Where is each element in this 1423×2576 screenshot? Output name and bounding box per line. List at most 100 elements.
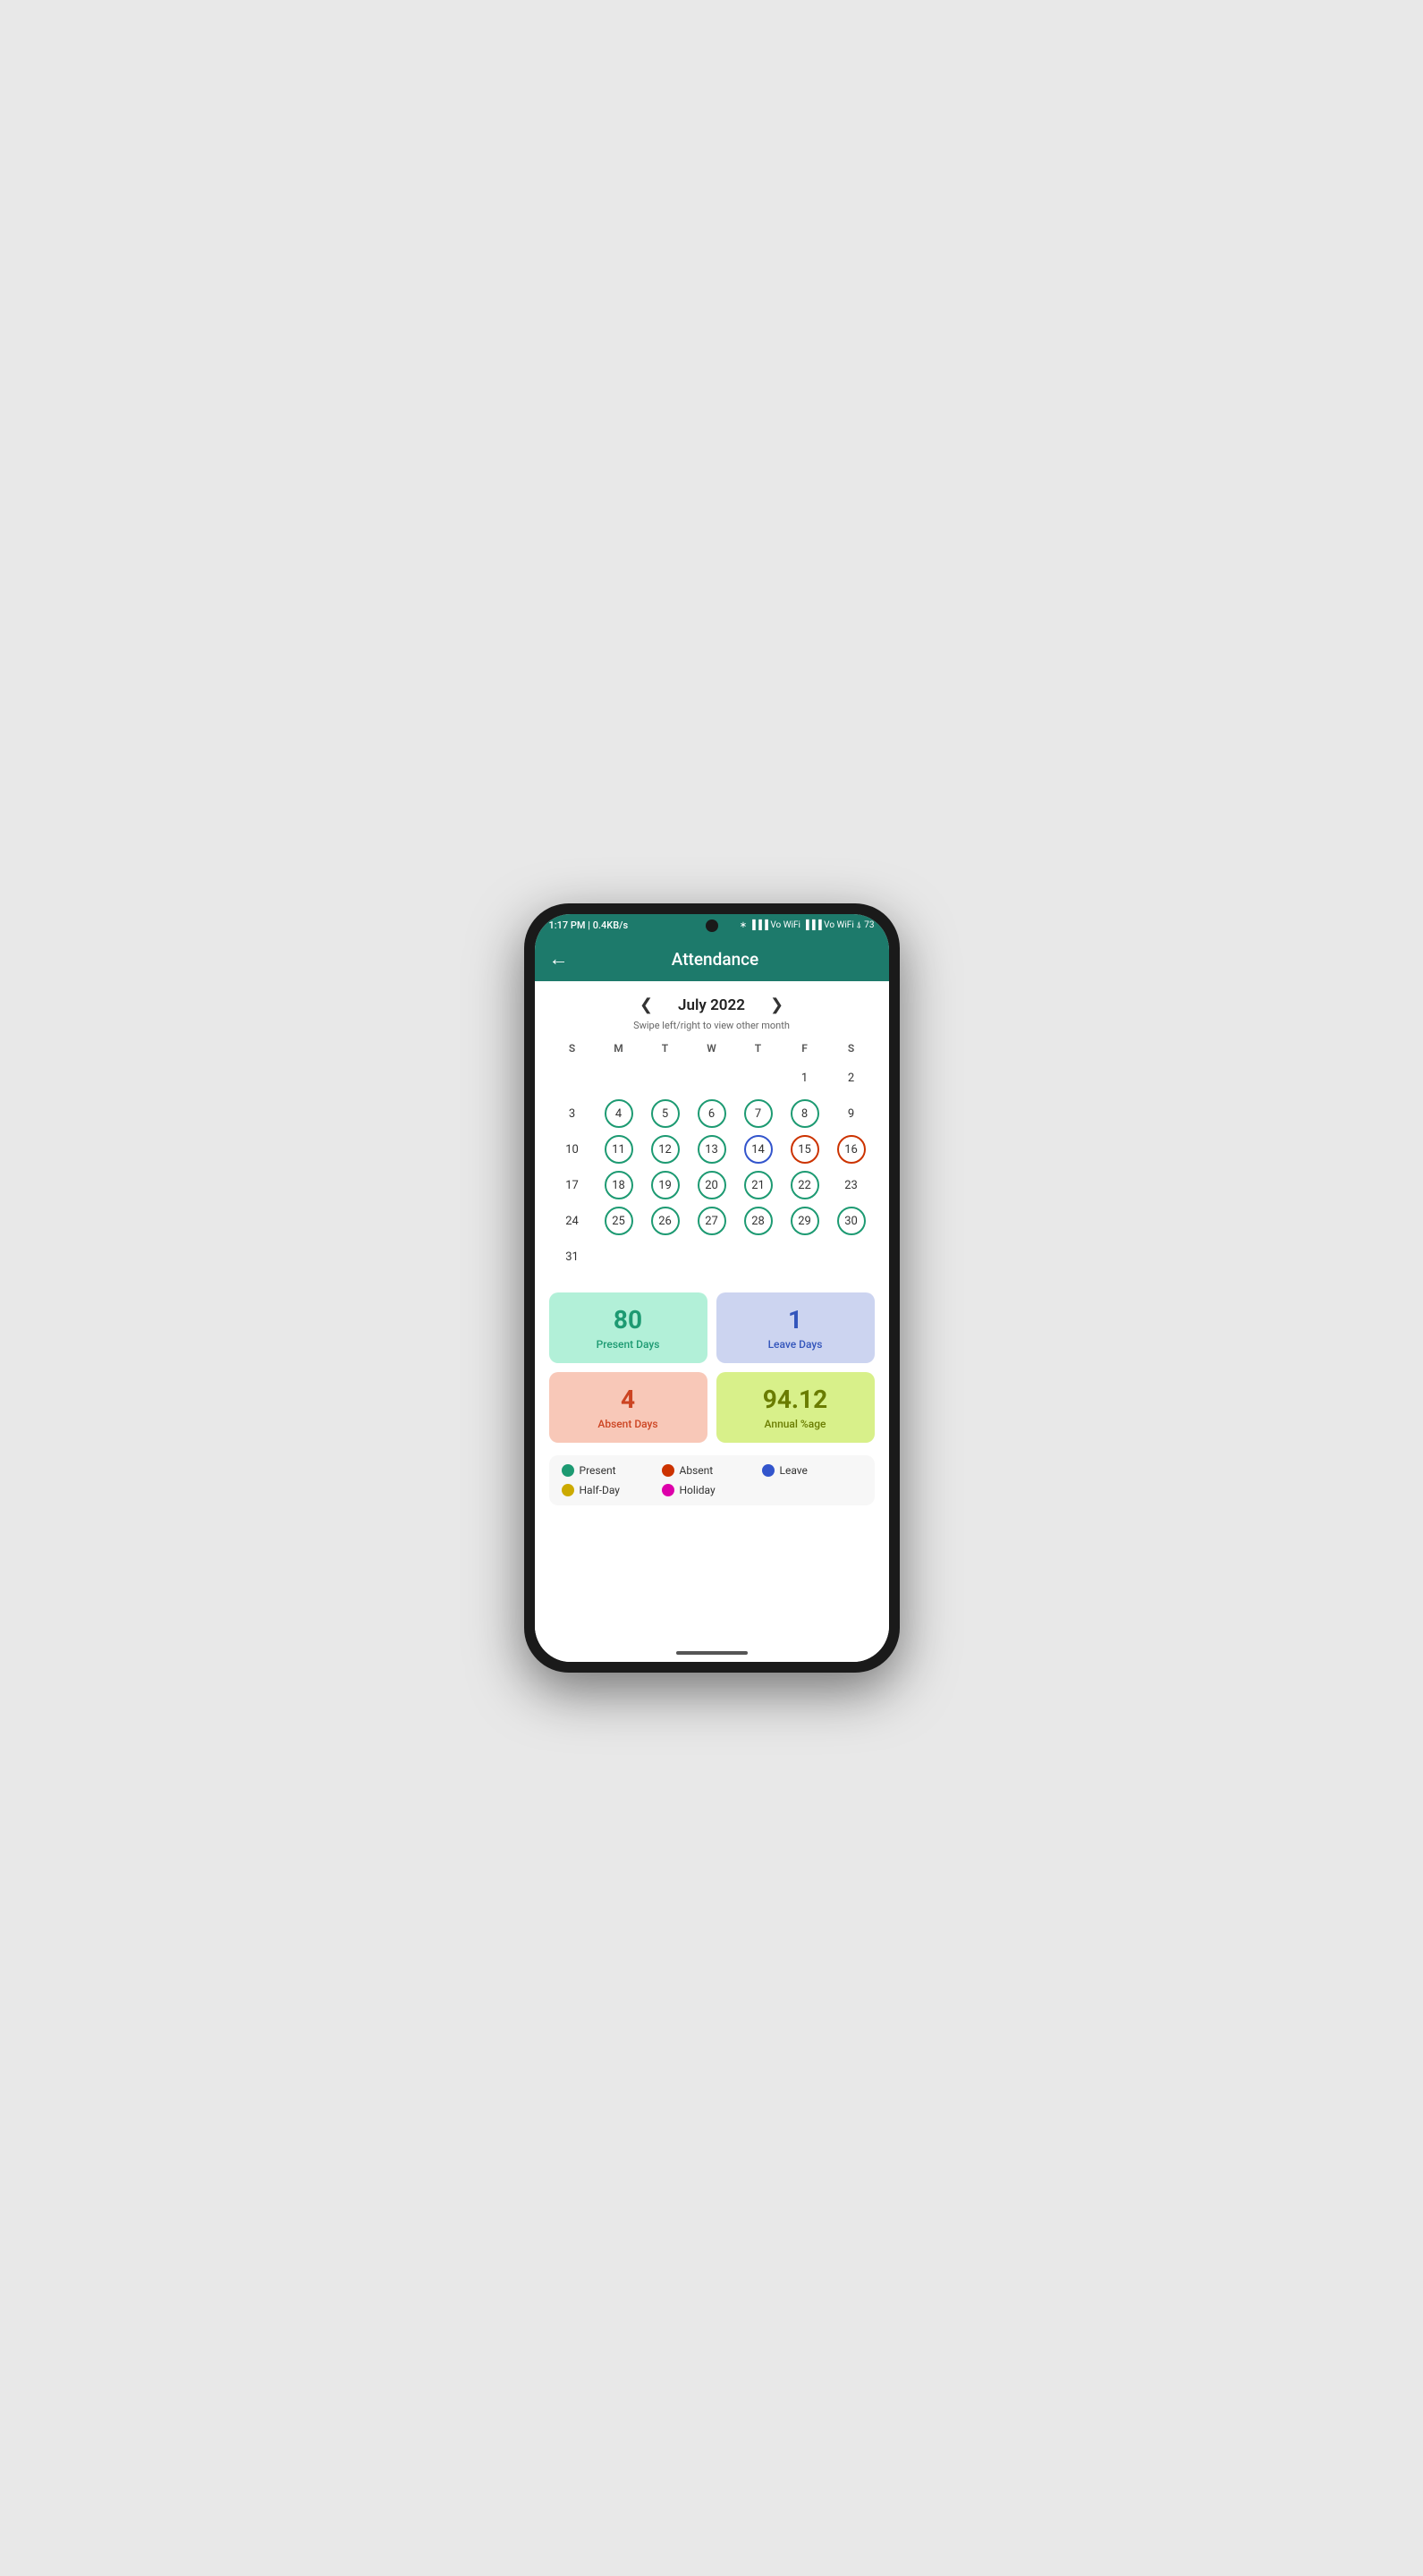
calendar-week-4: 17 18 19 20 21 22 23 <box>549 1169 875 1201</box>
phone-frame: 1:17 PM | 0.4KB/s ∗ ▐▐▐ Vo WiFi ▐▐▐ Vo W… <box>524 903 900 1673</box>
annual-percentage-card: 94.12 Annual %age <box>716 1372 875 1443</box>
month-title: July 2022 <box>678 996 745 1014</box>
calendar-week-1: 1 2 <box>549 1062 875 1094</box>
cal-day-1[interactable]: 1 <box>782 1062 828 1094</box>
cal-day-empty <box>596 1241 642 1273</box>
cal-day-18[interactable]: 18 <box>596 1169 642 1201</box>
legend-leave-label: Leave <box>780 1464 808 1477</box>
holiday-dot <box>662 1484 674 1496</box>
cal-day-13[interactable]: 13 <box>689 1133 735 1165</box>
cal-day-2[interactable]: 2 <box>828 1062 875 1094</box>
day-header-w: W <box>689 1040 735 1056</box>
prev-month-button[interactable]: ❮ <box>632 992 660 1018</box>
back-button[interactable]: ← <box>549 947 569 970</box>
cal-day-empty <box>689 1241 735 1273</box>
present-days-label: Present Days <box>558 1338 699 1351</box>
calendar-grid: S M T W T F S 1 <box>549 1040 875 1273</box>
calendar-section: ❮ July 2022 ❯ Swipe left/right to view o… <box>535 981 889 1284</box>
cal-day-empty <box>549 1062 596 1094</box>
month-nav: ❮ July 2022 ❯ <box>549 992 875 1018</box>
leave-dot <box>762 1464 775 1477</box>
calendar-header-row: S M T W T F S <box>549 1040 875 1056</box>
cal-day-22[interactable]: 22 <box>782 1169 828 1201</box>
content-area: ❮ July 2022 ❯ Swipe left/right to view o… <box>535 981 889 1644</box>
cal-day-9[interactable]: 9 <box>828 1097 875 1130</box>
cal-day-24[interactable]: 24 <box>549 1205 596 1237</box>
legend-halfday: Half-Day <box>562 1484 662 1496</box>
cal-day-25[interactable]: 25 <box>596 1205 642 1237</box>
cal-day-empty <box>596 1062 642 1094</box>
calendar-week-6: 31 <box>549 1241 875 1273</box>
day-header-t2: T <box>735 1040 782 1056</box>
app-title: Attendance <box>583 949 848 970</box>
cal-day-10[interactable]: 10 <box>549 1133 596 1165</box>
cal-day-17[interactable]: 17 <box>549 1169 596 1201</box>
cal-day-empty <box>735 1062 782 1094</box>
cal-day-30[interactable]: 30 <box>828 1205 875 1237</box>
cal-day-31[interactable]: 31 <box>549 1241 596 1273</box>
stats-section: 80 Present Days 1 Leave Days 4 Absent Da… <box>535 1284 889 1452</box>
present-dot <box>562 1464 574 1477</box>
absent-days-card: 4 Absent Days <box>549 1372 707 1443</box>
cal-day-empty <box>782 1241 828 1273</box>
calendar-week-3: 10 11 12 13 14 15 16 <box>549 1133 875 1165</box>
calendar-week-2: 3 4 5 6 7 8 9 <box>549 1097 875 1130</box>
cal-day-27[interactable]: 27 <box>689 1205 735 1237</box>
status-time: 1:17 PM | 0.4KB/s <box>549 919 629 931</box>
phone-screen: 1:17 PM | 0.4KB/s ∗ ▐▐▐ Vo WiFi ▐▐▐ Vo W… <box>535 914 889 1662</box>
cal-day-empty <box>828 1241 875 1273</box>
legend-absent: Absent <box>662 1464 762 1477</box>
cal-day-3[interactable]: 3 <box>549 1097 596 1130</box>
cal-day-28[interactable]: 28 <box>735 1205 782 1237</box>
next-month-button[interactable]: ❯ <box>763 992 791 1018</box>
camera-notch <box>706 919 718 932</box>
cal-day-empty <box>689 1062 735 1094</box>
absent-days-label: Absent Days <box>558 1418 699 1430</box>
legend-leave: Leave <box>762 1464 862 1477</box>
home-indicator <box>676 1651 748 1655</box>
cal-day-11[interactable]: 11 <box>596 1133 642 1165</box>
cal-day-12[interactable]: 12 <box>642 1133 689 1165</box>
leave-days-label: Leave Days <box>725 1338 866 1351</box>
calendar-week-5: 24 25 26 27 28 29 30 <box>549 1205 875 1237</box>
cal-day-empty <box>735 1241 782 1273</box>
annual-percentage-label: Annual %age <box>725 1418 866 1430</box>
cal-day-19[interactable]: 19 <box>642 1169 689 1201</box>
legend-halfday-label: Half-Day <box>580 1484 621 1496</box>
cal-day-empty <box>642 1062 689 1094</box>
cal-day-8[interactable]: 8 <box>782 1097 828 1130</box>
legend-present-label: Present <box>580 1464 616 1477</box>
legend-absent-label: Absent <box>680 1464 714 1477</box>
day-header-s2: S <box>828 1040 875 1056</box>
legend-present: Present <box>562 1464 662 1477</box>
cal-day-4[interactable]: 4 <box>596 1097 642 1130</box>
cal-day-empty <box>642 1241 689 1273</box>
present-days-number: 80 <box>558 1305 699 1335</box>
legend-holiday: Holiday <box>662 1484 762 1496</box>
absent-days-number: 4 <box>558 1385 699 1414</box>
cal-day-16[interactable]: 16 <box>828 1133 875 1165</box>
cal-day-20[interactable]: 20 <box>689 1169 735 1201</box>
legend-holiday-label: Holiday <box>680 1484 716 1496</box>
cal-day-7[interactable]: 7 <box>735 1097 782 1130</box>
battery-level: 73 <box>864 920 874 930</box>
cal-day-15[interactable]: 15 <box>782 1133 828 1165</box>
leave-days-card: 1 Leave Days <box>716 1292 875 1363</box>
legend-section: Present Absent Leave Half-Day Holiday <box>549 1455 875 1505</box>
day-header-s1: S <box>549 1040 596 1056</box>
cal-day-5[interactable]: 5 <box>642 1097 689 1130</box>
halfday-dot <box>562 1484 574 1496</box>
cal-day-14[interactable]: 14 <box>735 1133 782 1165</box>
cal-day-29[interactable]: 29 <box>782 1205 828 1237</box>
leave-days-number: 1 <box>725 1305 866 1335</box>
home-bar <box>535 1644 889 1662</box>
cal-day-21[interactable]: 21 <box>735 1169 782 1201</box>
cal-day-6[interactable]: 6 <box>689 1097 735 1130</box>
app-header: ← Attendance <box>535 936 889 981</box>
cal-day-26[interactable]: 26 <box>642 1205 689 1237</box>
absent-dot <box>662 1464 674 1477</box>
day-header-m: M <box>596 1040 642 1056</box>
day-header-f: F <box>782 1040 828 1056</box>
status-icons: ∗ ▐▐▐ Vo WiFi ▐▐▐ Vo WiFi ⍋ 73 <box>740 920 875 930</box>
cal-day-23[interactable]: 23 <box>828 1169 875 1201</box>
